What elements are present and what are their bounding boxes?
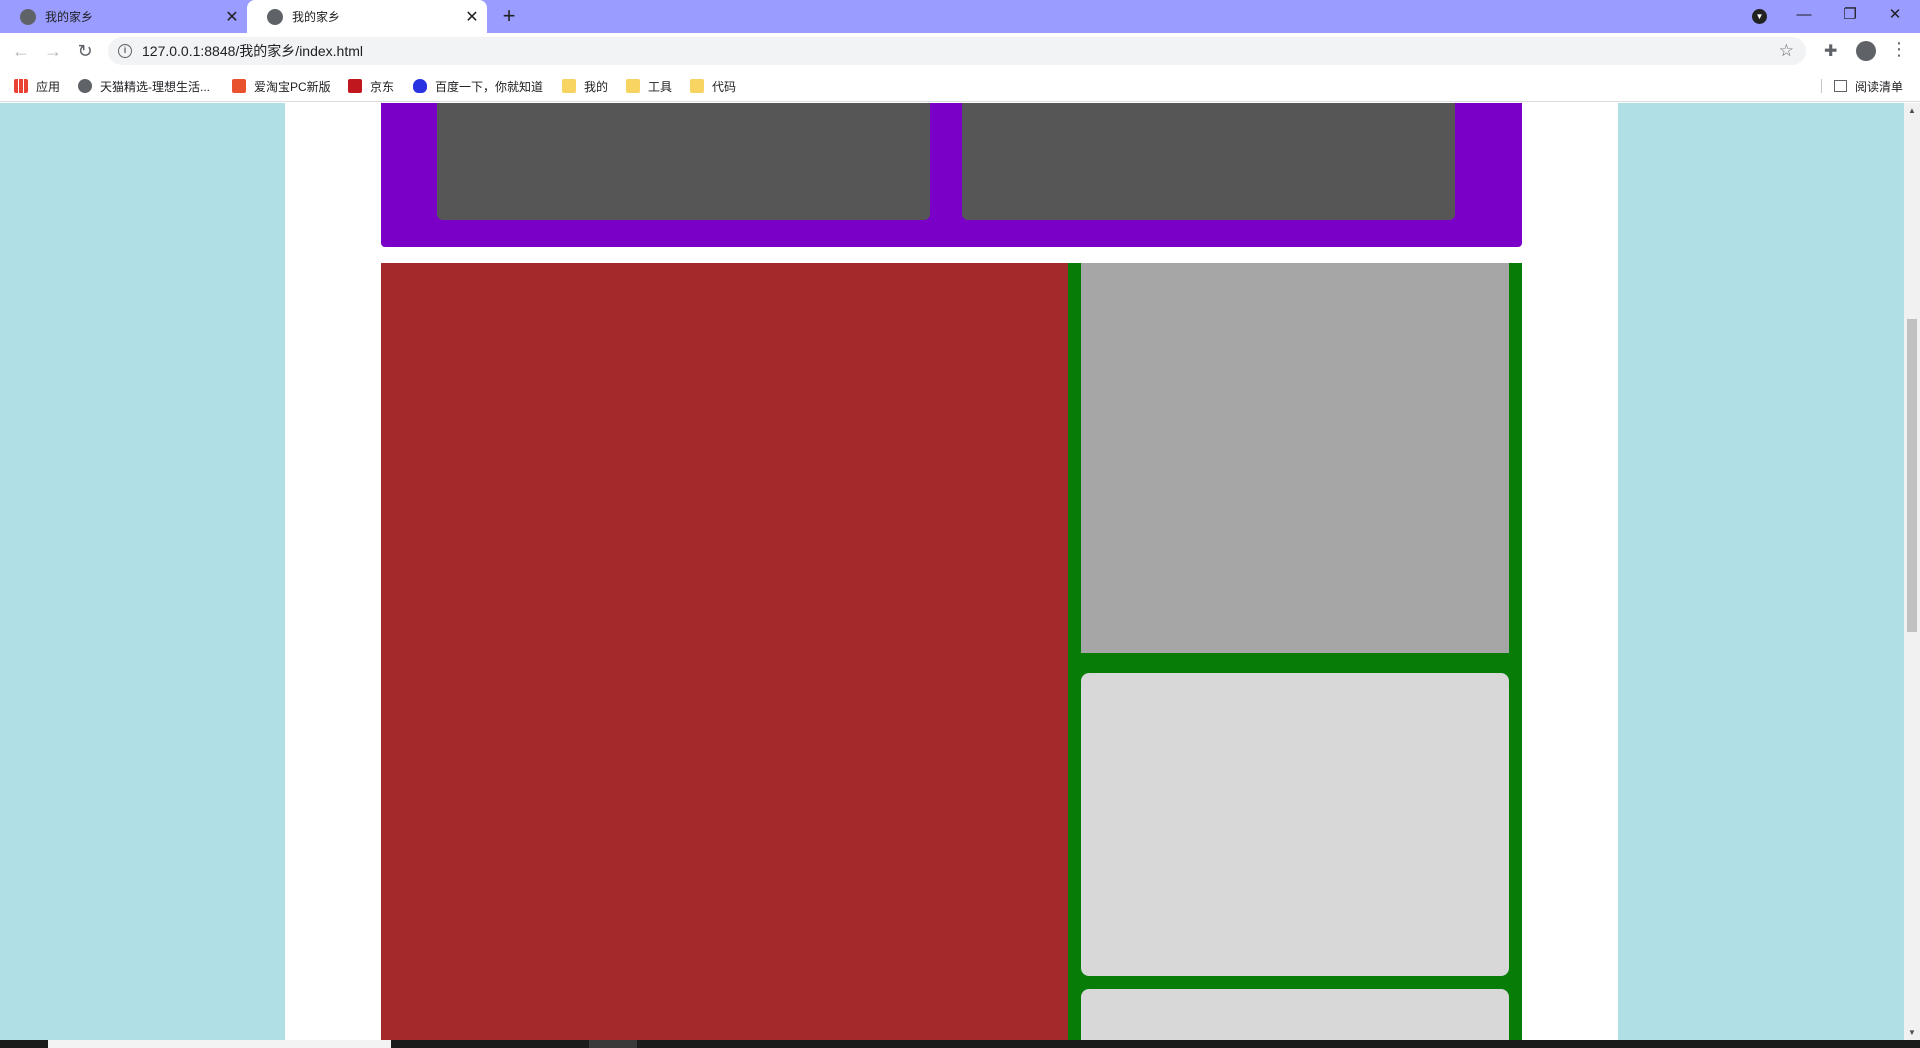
- address-url[interactable]: 127.0.0.1:8848/我的家乡/index.html: [142, 41, 363, 61]
- site-info-icon[interactable]: i: [118, 44, 132, 58]
- bookmark-folder-code[interactable]: 代码: [690, 70, 736, 102]
- folder-icon: [562, 79, 576, 93]
- reading-list-label: 阅读清单: [1855, 79, 1904, 94]
- taskbar-active-app[interactable]: [589, 1040, 637, 1048]
- purple-section: [381, 103, 1522, 247]
- bookmark-folder-tools[interactable]: 工具: [626, 70, 672, 102]
- baidu-paw-icon: [413, 79, 427, 93]
- bookmarks-bar: 应用 天猫精选-理想生活... 爱淘宝PC新版 京东 百度一下，你就知道 我的 …: [0, 70, 1920, 102]
- reading-list-icon: [1834, 80, 1847, 92]
- taskbar-search-box[interactable]: [48, 1040, 391, 1048]
- page-container: [285, 103, 1618, 1040]
- globe-icon: [267, 8, 283, 25]
- bookmark-label: 工具: [648, 79, 673, 94]
- new-tab-button[interactable]: +: [498, 5, 520, 27]
- apps-grid-icon: [14, 79, 28, 93]
- tab-bar: 我的家乡 ✕ 我的家乡 ✕ + ▼ — ❐ ✕: [0, 0, 1920, 33]
- page-scrollbar[interactable]: ▲ ▼: [1904, 103, 1920, 1040]
- reading-list-button[interactable]: 阅读清单: [1834, 70, 1903, 102]
- bookmark-label: 爱淘宝PC新版: [254, 79, 331, 94]
- tab-title: 我的家乡: [45, 10, 94, 24]
- bookmark-label: 百度一下，你就知道: [435, 79, 544, 94]
- bookmark-folder-mine[interactable]: 我的: [562, 70, 608, 102]
- bookmark-jd[interactable]: 京东: [348, 70, 394, 102]
- jd-icon: [348, 79, 362, 93]
- minimize-button[interactable]: —: [1789, 3, 1819, 27]
- folder-icon: [626, 79, 640, 93]
- extensions-puzzle-icon[interactable]: ✚: [1824, 41, 1837, 61]
- taobao-icon: [232, 79, 246, 93]
- tab-2-active[interactable]: 我的家乡 ✕: [247, 0, 487, 33]
- globe-icon: [20, 8, 36, 25]
- folder-icon: [690, 79, 704, 93]
- dark-card-right: [962, 103, 1455, 220]
- bookmark-baidu[interactable]: 百度一下，你就知道: [413, 70, 543, 102]
- bookmark-star-icon[interactable]: ☆: [1779, 41, 1794, 61]
- divider: [1821, 79, 1822, 93]
- tab-title: 我的家乡: [292, 10, 341, 24]
- restore-button[interactable]: ❐: [1835, 3, 1865, 27]
- profile-avatar-icon[interactable]: [1856, 41, 1876, 61]
- back-icon[interactable]: ←: [10, 40, 32, 62]
- bookmark-label: 我的: [584, 79, 609, 94]
- close-window-button[interactable]: ✕: [1880, 3, 1910, 27]
- page-viewport: [0, 103, 1904, 1040]
- globe-icon: [78, 79, 92, 93]
- reload-icon[interactable]: ↻: [74, 40, 96, 62]
- os-taskbar: [0, 1040, 1920, 1048]
- bookmark-label: 天猫精选-理想生活...: [100, 79, 210, 94]
- scrollbar-thumb[interactable]: [1907, 319, 1917, 632]
- browser-toolbar: ← → ↻ i 127.0.0.1:8848/我的家乡/index.html ☆…: [0, 33, 1920, 70]
- red-main-block: [381, 263, 1068, 1040]
- address-bar[interactable]: i 127.0.0.1:8848/我的家乡/index.html ☆: [108, 37, 1806, 65]
- tab-1[interactable]: 我的家乡 ✕: [0, 0, 247, 33]
- bookmark-apps[interactable]: 应用: [14, 70, 60, 102]
- bookmark-taobao[interactable]: 爱淘宝PC新版: [232, 70, 331, 102]
- bookmark-label: 应用: [36, 79, 61, 94]
- close-tab-icon[interactable]: ✕: [462, 7, 482, 27]
- more-menu-icon[interactable]: ⋮: [1890, 39, 1908, 60]
- forward-icon[interactable]: →: [42, 40, 64, 62]
- bookmark-label: 京东: [370, 79, 395, 94]
- light-card-1: [1081, 673, 1509, 976]
- gray-panel: [1081, 263, 1509, 653]
- dark-card-left: [437, 103, 930, 220]
- close-tab-icon[interactable]: ✕: [222, 7, 242, 27]
- green-side-column: [1068, 263, 1522, 1040]
- bookmark-label: 代码: [712, 79, 737, 94]
- scroll-up-arrow-icon[interactable]: ▲: [1908, 106, 1916, 115]
- light-card-2: [1081, 989, 1509, 1040]
- scroll-down-arrow-icon[interactable]: ▼: [1908, 1028, 1916, 1037]
- bookmark-tmall[interactable]: 天猫精选-理想生活...: [78, 70, 210, 102]
- tab-search-icon[interactable]: ▼: [1752, 9, 1767, 24]
